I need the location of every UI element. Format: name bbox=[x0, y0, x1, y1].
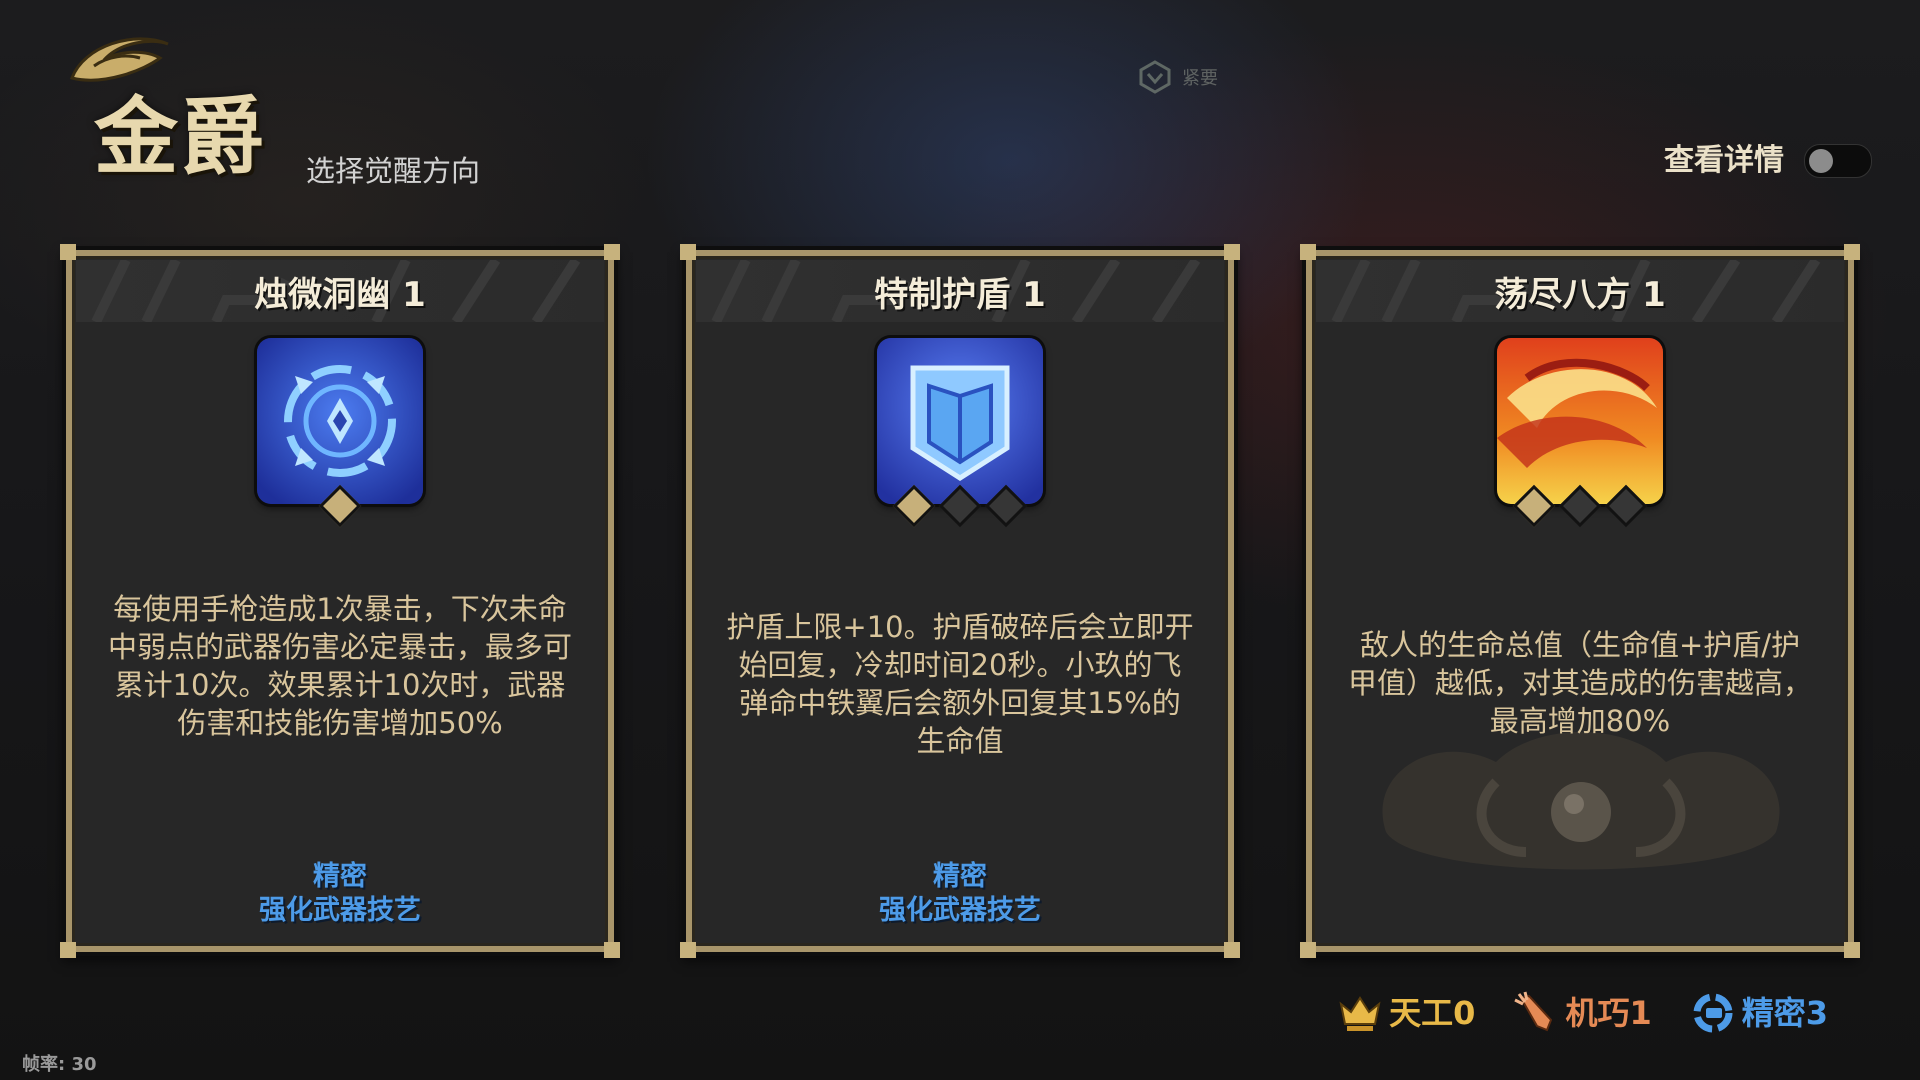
card-title-band: 特制护盾 1 bbox=[696, 260, 1224, 322]
card-description: 护盾上限+10。护盾破碎后会立即开始回复，冷却时间20秒。小玖的飞弹命中铁翼后会… bbox=[726, 610, 1194, 758]
background-emblem-text: 紧要 bbox=[1182, 68, 1218, 89]
character-name: 金爵 bbox=[94, 87, 267, 186]
level-pips bbox=[1306, 484, 1854, 528]
level-pip bbox=[984, 484, 1028, 528]
resource-counters: 天工0 机巧1 精密3 bbox=[1337, 990, 1828, 1036]
card-corner bbox=[604, 244, 620, 260]
card-title: 特制护盾 1 bbox=[874, 275, 1046, 315]
level-pip bbox=[1604, 484, 1648, 528]
resource-tiangong: 天工0 bbox=[1337, 990, 1475, 1036]
card-corner bbox=[1300, 244, 1316, 260]
card-title-band: 烛微洞幽 1 bbox=[76, 260, 604, 322]
view-details-label: 查看详情 bbox=[1664, 143, 1784, 178]
shield-icon bbox=[877, 338, 1043, 504]
fps-counter: 帧率: 30 bbox=[22, 1054, 97, 1075]
crown-icon bbox=[1339, 996, 1381, 1031]
card-corner bbox=[1844, 942, 1860, 958]
resource-jingmi: 精密3 bbox=[1690, 990, 1828, 1036]
awakening-card-3[interactable]: 荡尽八方 1 敌人的生命总值（生命值+护盾/护甲值）越低，对其造成的伤害越高，最… bbox=[1300, 244, 1860, 958]
level-pip bbox=[1512, 484, 1556, 528]
card-corner bbox=[60, 942, 76, 958]
resource-label: 精密3 bbox=[1741, 994, 1828, 1032]
precision-icon bbox=[1693, 993, 1733, 1033]
card-corner bbox=[1300, 942, 1316, 958]
awakening-card-2[interactable]: 特制护盾 1 护盾上限+10。护盾破碎后会立即开始回复，冷却时间20秒。小玖的飞… bbox=[680, 244, 1240, 958]
card-corner bbox=[1224, 244, 1240, 260]
card-corner bbox=[1224, 942, 1240, 958]
resource-label: 机巧1 bbox=[1565, 994, 1652, 1032]
toggle-knob bbox=[1809, 149, 1833, 173]
card-tag-type: 精密 bbox=[313, 861, 367, 892]
level-pip bbox=[1558, 484, 1602, 528]
card-corner bbox=[60, 244, 76, 260]
flame-swirl-icon bbox=[1497, 338, 1663, 504]
card-corner bbox=[680, 942, 696, 958]
card-corner bbox=[680, 244, 696, 260]
view-details-toggle[interactable] bbox=[1804, 144, 1872, 178]
view-details-control[interactable]: 查看详情 bbox=[1664, 144, 1872, 178]
gear-carrot-icon bbox=[1514, 991, 1553, 1032]
resource-jiqiao: 机巧1 bbox=[1513, 990, 1652, 1036]
level-pip bbox=[938, 484, 982, 528]
card-corner bbox=[604, 942, 620, 958]
card-description: 每使用手枪造成1次暴击，下次未命中弱点的武器伤害必定暴击，最多可累计10次。效果… bbox=[107, 592, 572, 740]
hex-badge-icon bbox=[1139, 60, 1171, 94]
card-title: 荡尽八方 1 bbox=[1494, 275, 1666, 315]
card-title: 烛微洞幽 1 bbox=[254, 275, 426, 315]
page-subtitle: 选择觉醒方向 bbox=[306, 154, 481, 188]
card-tag-type: 精密 bbox=[933, 861, 987, 892]
card-tag: 精密 强化武器技艺 bbox=[686, 860, 1234, 928]
card-corner bbox=[1844, 244, 1860, 260]
level-pip bbox=[892, 484, 936, 528]
awakening-card-1[interactable]: 烛微洞幽 1 每使用手枪造成1次暴击，下次未命中弱点的武器伤害必定暴击，最多可累… bbox=[60, 244, 620, 958]
card-tag: 精密 强化武器技艺 bbox=[66, 860, 614, 928]
resource-label: 天工0 bbox=[1389, 994, 1476, 1032]
level-pips bbox=[686, 484, 1234, 528]
background-emblem: 紧要 bbox=[1138, 60, 1218, 94]
card-tag-effect: 强化武器技艺 bbox=[879, 895, 1041, 926]
awakening-screen: 紧要 金爵 选择觉醒方向 查看详情 烛微洞幽 1 每使用手枪造成1次暴击，下次未… bbox=[0, 0, 1920, 1080]
level-pips bbox=[66, 484, 614, 528]
crosshair-icon bbox=[257, 338, 423, 504]
card-tag-effect: 强化武器技艺 bbox=[259, 895, 421, 926]
card-description: 敌人的生命总值（生命值+护盾/护甲值）越低，对其造成的伤害越高，最高增加80% bbox=[1347, 628, 1812, 738]
level-pip bbox=[318, 484, 362, 528]
character-logo-icon bbox=[70, 37, 169, 82]
card-title-band: 荡尽八方 1 bbox=[1316, 260, 1844, 322]
